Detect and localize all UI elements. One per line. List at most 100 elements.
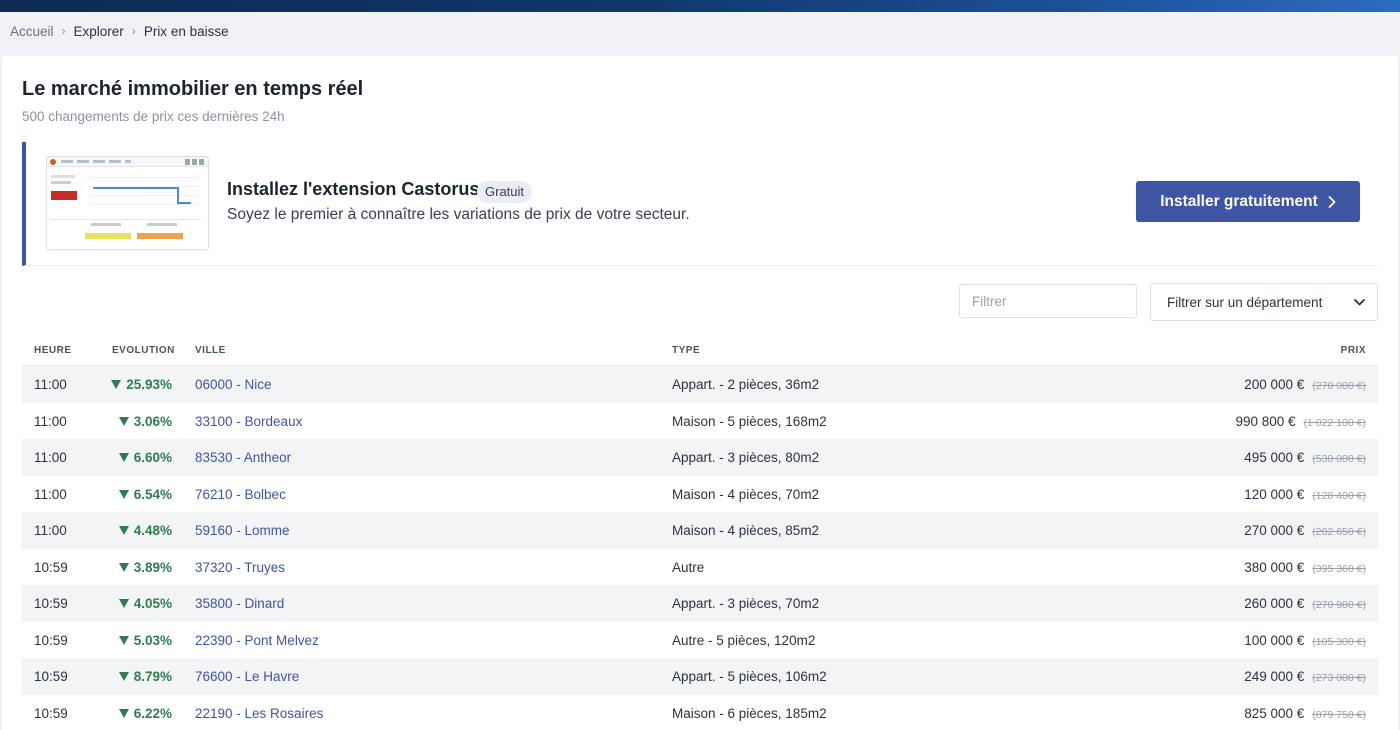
row-price: 380 000 € (395 360 €) xyxy=(1244,560,1366,575)
row-city-link[interactable]: 59160 - Lomme xyxy=(195,523,290,538)
table-row: 10:59 8.79% 76600 - Le Havre Appart. - 5… xyxy=(22,658,1378,695)
row-price: 120 000 € (128 400 €) xyxy=(1244,487,1366,502)
triangle-down-icon xyxy=(118,672,129,681)
page-title: Le marché immobilier en temps réel xyxy=(22,78,364,100)
row-time: 11:00 xyxy=(34,377,67,392)
row-price-current: 990 800 € xyxy=(1235,413,1296,429)
table-row: 11:00 3.06% 33100 - Bordeaux Maison - 5 … xyxy=(22,403,1378,440)
row-city-link[interactable]: 35800 - Dinard xyxy=(195,596,284,611)
row-price-current: 270 000 € xyxy=(1244,523,1305,538)
install-button-label: Installer gratuitement xyxy=(1160,192,1318,210)
row-evolution: 6.60% xyxy=(118,450,172,465)
row-city-link[interactable]: 06000 - Nice xyxy=(195,377,272,392)
column-header-city: VILLE xyxy=(195,345,226,356)
breadcrumb-explore[interactable]: Explorer xyxy=(74,24,124,39)
triangle-down-icon xyxy=(118,562,129,572)
row-type: Autre xyxy=(672,559,705,575)
row-price-old: (128 400 €) xyxy=(1312,489,1366,502)
row-price-current: 200 000 € xyxy=(1244,377,1305,392)
row-price-old: (395 360 €) xyxy=(1312,562,1366,575)
breadcrumb-home[interactable]: Accueil xyxy=(10,24,54,39)
breadcrumb: Accueil › Explorer › Prix en baisse xyxy=(10,22,229,40)
row-evolution: 4.05% xyxy=(118,596,172,611)
table-row: 11:00 6.54% 76210 - Bolbec Maison - 4 pi… xyxy=(22,476,1378,513)
row-price-old: (270 000 €) xyxy=(1312,380,1366,392)
department-select-value: Filtrer sur un département xyxy=(1167,294,1323,310)
triangle-down-icon xyxy=(111,380,122,389)
row-evolution-value: 3.89% xyxy=(133,559,172,575)
row-evolution: 3.89% xyxy=(118,559,172,575)
row-time: 11:00 xyxy=(34,523,67,538)
row-evolution: 6.54% xyxy=(118,487,172,502)
row-price: 495 000 € (530 000 €) xyxy=(1244,450,1366,465)
row-price-current: 380 000 € xyxy=(1244,559,1305,575)
department-select[interactable]: Filtrer sur un département xyxy=(1150,283,1378,321)
row-price-current: 249 000 € xyxy=(1244,669,1305,684)
row-city-link[interactable]: 33100 - Bordeaux xyxy=(195,414,302,429)
column-header-type: TYPE xyxy=(672,345,701,356)
row-evolution-value: 4.48% xyxy=(133,523,172,538)
row-evolution-value: 6.22% xyxy=(133,705,172,721)
row-evolution: 8.79% xyxy=(118,669,172,684)
table-row: 10:59 4.05% 35800 - Dinard Appart. - 3 p… xyxy=(22,585,1378,622)
row-price-old: (530 000 €) xyxy=(1312,453,1366,465)
row-time: 11:00 xyxy=(34,413,67,429)
row-evolution-value: 3.06% xyxy=(133,413,172,429)
main-panel: Le marché immobilier en temps réel 500 c… xyxy=(2,56,1398,730)
row-evolution-value: 6.60% xyxy=(133,450,172,465)
row-price-old: (270 980 €) xyxy=(1312,599,1366,611)
row-price-old: (1 022 100 €) xyxy=(1303,416,1366,429)
row-city-link[interactable]: 22190 - Les Rosaires xyxy=(195,706,323,721)
table-header: HEURE EVOLUTION VILLE TYPE PRIX xyxy=(22,338,1378,366)
filter-input[interactable] xyxy=(959,284,1137,318)
row-price: 200 000 € (270 000 €) xyxy=(1244,377,1366,392)
row-price-current: 100 000 € xyxy=(1244,632,1305,648)
row-city-link[interactable]: 76600 - Le Havre xyxy=(195,669,299,684)
row-price-current: 260 000 € xyxy=(1244,596,1305,611)
row-price: 249 000 € (273 000 €) xyxy=(1244,669,1366,684)
row-price-old: (273 000 €) xyxy=(1312,672,1366,684)
row-evolution-value: 5.03% xyxy=(133,632,172,648)
column-header-evolution: EVOLUTION xyxy=(112,345,175,356)
row-type: Appart. - 3 pièces, 70m2 xyxy=(672,596,820,611)
breadcrumb-current: Prix en baisse xyxy=(143,23,229,39)
triangle-down-icon xyxy=(118,489,129,499)
table-row: 10:59 6.22% 22190 - Les Rosaires Maison … xyxy=(22,695,1378,730)
row-type: Maison - 5 pièces, 168m2 xyxy=(672,413,827,429)
row-type: Maison - 4 pièces, 85m2 xyxy=(672,523,820,538)
table-row: 11:00 25.93% 06000 - Nice Appart. - 2 pi… xyxy=(22,366,1378,403)
chevron-right-icon xyxy=(1328,195,1336,208)
row-price-current: 120 000 € xyxy=(1244,486,1305,502)
row-city-link[interactable]: 83530 - Antheor xyxy=(195,450,291,465)
breadcrumb-separator: › xyxy=(61,24,66,38)
row-price-old: (105 300 €) xyxy=(1312,635,1366,648)
row-city-link[interactable]: 22390 - Pont Melvez xyxy=(195,633,319,648)
row-price: 260 000 € (270 980 €) xyxy=(1244,596,1366,611)
table-row: 10:59 5.03% 22390 - Pont Melvez Autre - … xyxy=(22,622,1378,659)
row-city-link[interactable]: 37320 - Truyes xyxy=(195,560,285,575)
row-price-old: (282 650 €) xyxy=(1312,526,1366,538)
top-gradient-bar xyxy=(0,0,1400,12)
row-price: 270 000 € (282 650 €) xyxy=(1244,523,1366,538)
row-city-link[interactable]: 76210 - Bolbec xyxy=(195,487,286,502)
row-evolution: 3.06% xyxy=(118,413,172,429)
page-subtitle: 500 changements de prix ces dernières 24… xyxy=(22,109,285,124)
row-type: Appart. - 5 pièces, 106m2 xyxy=(672,669,827,684)
triangle-down-icon xyxy=(118,453,129,462)
promo-title: Installez l'extension Castorus xyxy=(227,179,480,199)
install-extension-button[interactable]: Installer gratuitement xyxy=(1136,181,1360,222)
row-evolution-value: 4.05% xyxy=(133,596,172,611)
row-price-old: (879 750 €) xyxy=(1312,708,1366,721)
row-evolution: 6.22% xyxy=(118,705,172,721)
row-time: 10:59 xyxy=(34,669,68,684)
triangle-down-icon xyxy=(118,635,129,645)
row-evolution: 5.03% xyxy=(118,632,172,648)
row-evolution-value: 25.93% xyxy=(126,377,172,392)
row-time: 10:59 xyxy=(34,596,68,611)
row-time: 10:59 xyxy=(34,559,68,575)
triangle-down-icon xyxy=(118,708,129,718)
row-evolution-value: 8.79% xyxy=(133,669,172,684)
row-time: 10:59 xyxy=(34,705,68,721)
triangle-down-icon xyxy=(118,526,129,535)
column-header-time: HEURE xyxy=(34,345,72,356)
